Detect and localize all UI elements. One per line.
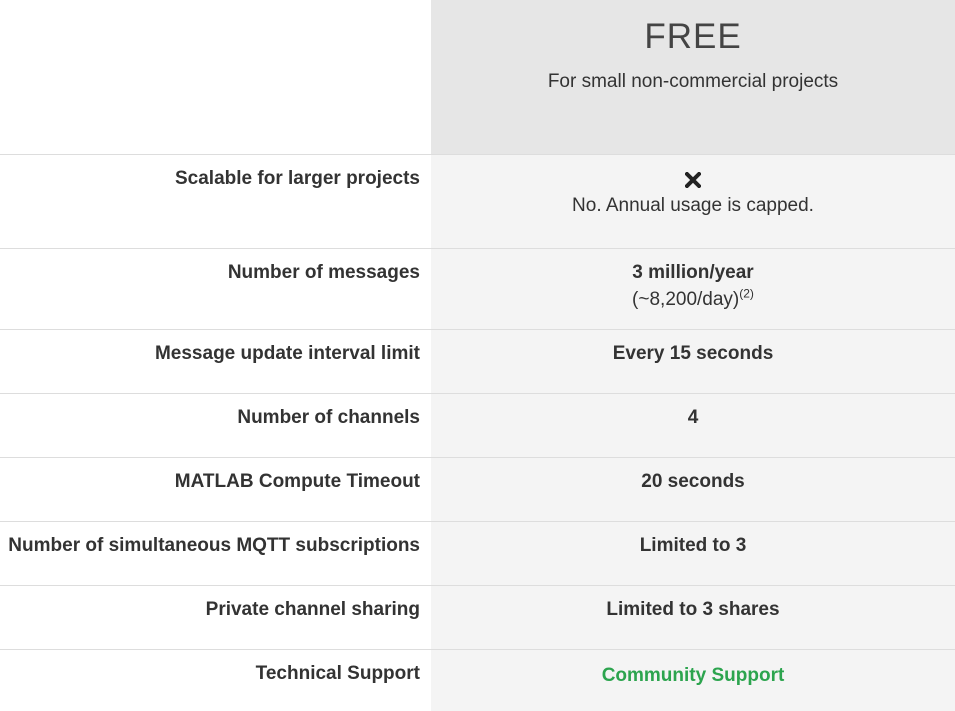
feature-value: 20 seconds [431, 458, 955, 521]
feature-row-channel-sharing: Private channel sharing Limited to 3 sha… [0, 585, 955, 649]
feature-label: Private channel sharing [205, 599, 420, 620]
feature-value-text: 3 million/year [632, 262, 754, 283]
feature-label: Scalable for larger projects [175, 168, 420, 189]
feature-label: Technical Support [255, 663, 420, 684]
community-support-link[interactable]: Community Support [431, 650, 955, 687]
feature-row-messages: Number of messages 3 million/year (~8,20… [0, 248, 955, 329]
feature-value: Community Support [431, 650, 955, 711]
plan-name: FREE [644, 17, 742, 56]
feature-row-matlab-timeout: MATLAB Compute Timeout 20 seconds [0, 457, 955, 521]
feature-value: Limited to 3 shares [431, 586, 955, 649]
feature-value: Every 15 seconds [431, 330, 955, 393]
feature-value: 3 million/year (~8,200/day)(2) [431, 249, 955, 329]
feature-label: Number of messages [227, 262, 420, 283]
feature-label: MATLAB Compute Timeout [174, 471, 420, 492]
feature-value: Limited to 3 [431, 522, 955, 585]
feature-value: No. Annual usage is capped. [431, 155, 955, 248]
feature-label: Number of channels [237, 407, 420, 428]
plan-header: FREE For small non-commercial projects [431, 0, 955, 154]
feature-label: Message update interval limit [154, 343, 420, 364]
footnote-ref[interactable]: (2) [739, 287, 754, 301]
feature-value-subtext: (~8,200/day)(2) [632, 286, 754, 310]
feature-row-mqtt-subscriptions: Number of simultaneous MQTT subscription… [0, 521, 955, 585]
feature-value-text: No. Annual usage is capped. [572, 195, 814, 216]
feature-row-channels: Number of channels 4 [0, 393, 955, 457]
header-spacer [0, 0, 431, 154]
feature-label: Number of simultaneous MQTT subscription… [8, 535, 420, 556]
feature-value: 4 [431, 394, 955, 457]
x-mark-icon [685, 172, 701, 188]
feature-row-technical-support: Technical Support Community Support [0, 649, 955, 711]
feature-row-update-interval: Message update interval limit Every 15 s… [0, 329, 955, 393]
plan-tagline: For small non-commercial projects [547, 71, 839, 92]
feature-row-scalable: Scalable for larger projects No. Annual … [0, 154, 955, 248]
